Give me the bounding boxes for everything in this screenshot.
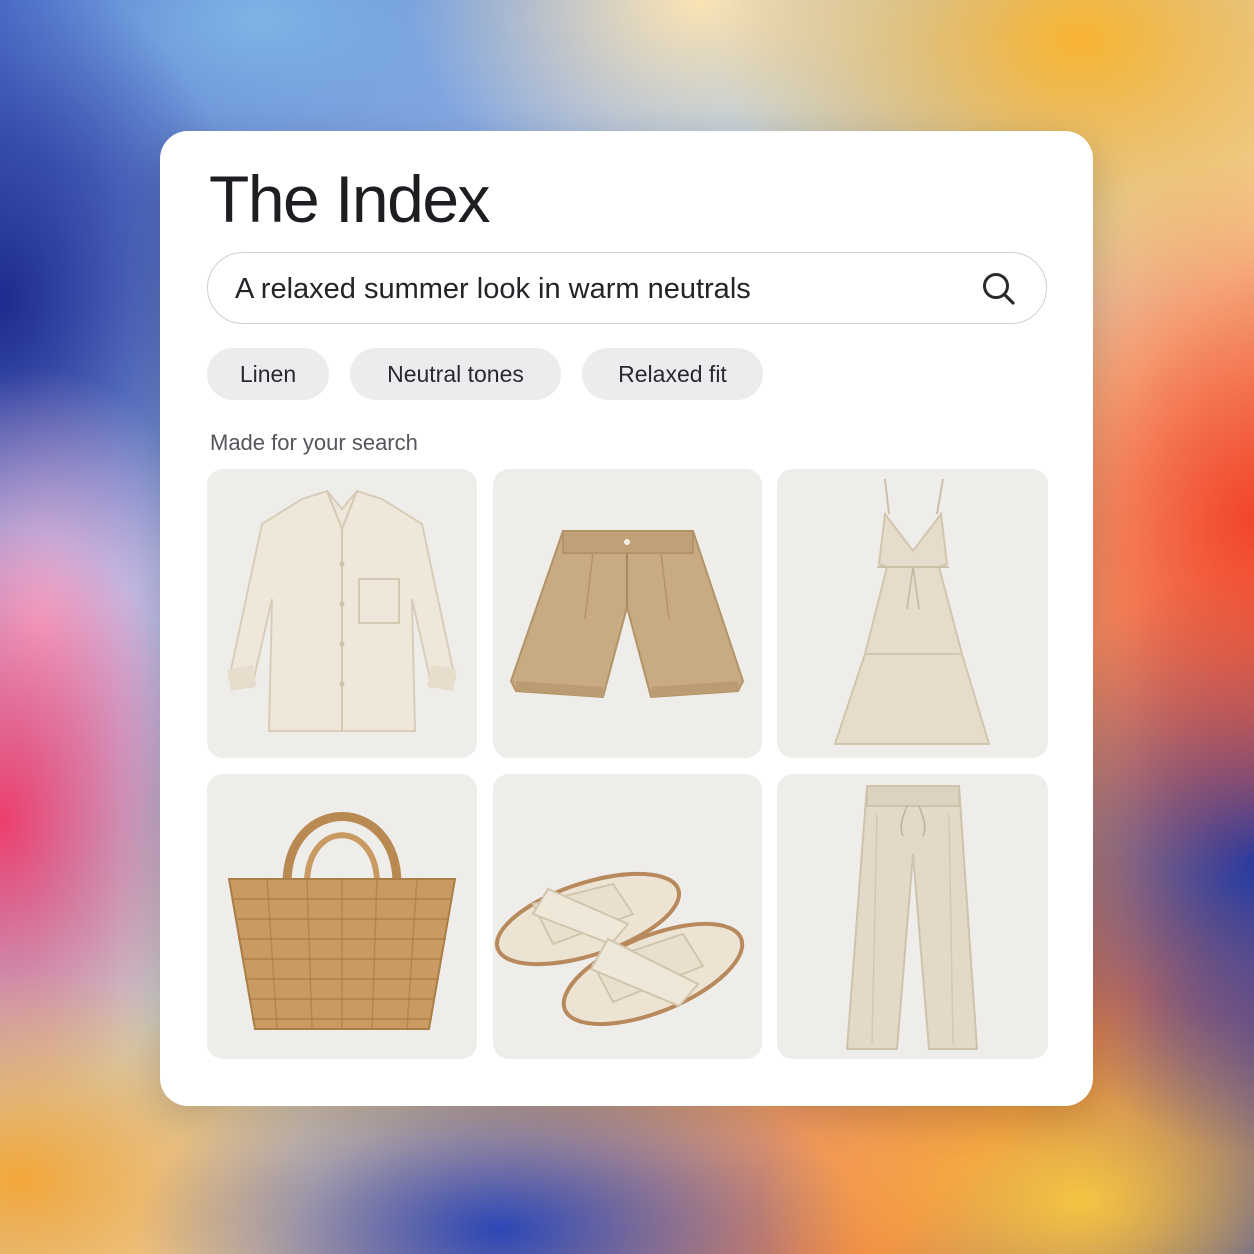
result-tile-trousers[interactable] [777, 774, 1048, 1059]
dress-icon [833, 478, 991, 745]
woven-tote-icon [227, 812, 457, 1030]
search-card: The Index A relaxed summer look in warm … [160, 131, 1093, 1106]
trousers-icon [845, 785, 979, 1050]
result-tile-sandals[interactable] [493, 774, 762, 1059]
chip-linen[interactable]: Linen [207, 348, 329, 400]
result-tile-dress[interactable] [777, 469, 1048, 758]
search-input[interactable]: A relaxed summer look in warm neutrals [235, 272, 751, 306]
filter-chips: Linen Neutral tones Relaxed fit [207, 348, 763, 400]
chip-label: Relaxed fit [618, 360, 727, 387]
linen-shirt-icon [227, 489, 457, 732]
shorts-icon [509, 530, 745, 699]
result-tile-tote[interactable] [207, 774, 477, 1059]
chip-label: Linen [239, 360, 297, 387]
slide-sandals-icon [494, 871, 745, 1027]
chip-label: Neutral tones [387, 360, 524, 387]
result-tile-shirt[interactable] [207, 469, 477, 758]
results-heading: Made for your search [210, 430, 418, 455]
search-icon[interactable] [980, 270, 1018, 308]
search-bar[interactable]: A relaxed summer look in warm neutrals [207, 252, 1047, 324]
chip-relaxed-fit[interactable]: Relaxed fit [582, 348, 763, 400]
result-tile-shorts[interactable] [493, 469, 762, 758]
app-title: The Index [209, 162, 491, 236]
chip-neutral-tones[interactable]: Neutral tones [350, 348, 561, 400]
